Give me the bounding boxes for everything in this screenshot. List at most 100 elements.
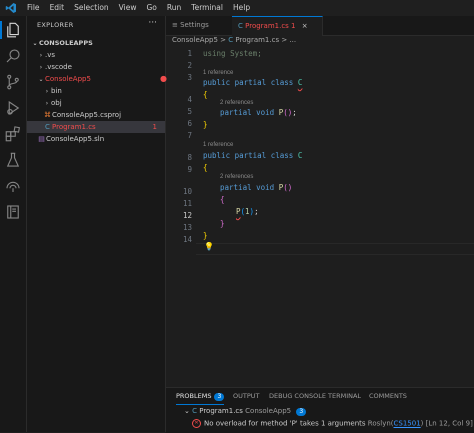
code-line: }: [203, 231, 208, 240]
more-actions-icon[interactable]: ···: [148, 18, 157, 28]
line-number: 13: [182, 223, 192, 232]
error-code-link[interactable]: CS1501: [394, 420, 421, 428]
tab-comments[interactable]: COMMENTS: [369, 392, 407, 400]
code-line: public partial class C: [203, 151, 303, 160]
tree-folder-consoleapp5[interactable]: ⌄ConsoleApp5 ●: [27, 73, 175, 85]
tree-file-csproj[interactable]: ⌘ConsoleApp5.csproj: [27, 109, 181, 121]
tree-label: .vs: [45, 51, 56, 59]
solution-file-icon: ▤: [38, 135, 45, 143]
tree-label: obj: [51, 99, 62, 107]
menu-go[interactable]: Go: [141, 0, 161, 16]
line-number: 11: [182, 199, 192, 208]
line-number: 5: [187, 107, 192, 116]
codelens-references[interactable]: 1 reference: [203, 70, 233, 76]
line-number: 8: [187, 153, 192, 162]
tree-label: bin: [51, 87, 62, 95]
tree-folder-consoleapps[interactable]: ⌄CONSOLEAPPS: [27, 37, 169, 49]
file-problem-count: 3: [296, 408, 307, 416]
tab-label: Program1.cs 1: [245, 22, 296, 30]
tree-label: .vscode: [45, 63, 72, 71]
tree-file-sln[interactable]: ▤ConsoleApp5.sln: [27, 133, 175, 145]
xml-file-icon: ⌘: [44, 111, 51, 119]
problem-count-badge: 3: [214, 393, 225, 401]
source-control-icon[interactable]: [4, 73, 22, 91]
bottom-panel: PROBLEMS 3 OUTPUT DEBUG CONSOLE TERMINAL …: [166, 387, 474, 433]
tree-label: ConsoleApp5.csproj: [52, 111, 122, 119]
menu-bar: File Edit Selection View Go Run Terminal…: [22, 0, 255, 16]
tree-folder-vs[interactable]: › .vs: [27, 49, 175, 61]
remote-explorer-icon[interactable]: [4, 177, 22, 195]
tree-label: ConsoleApp5: [45, 75, 91, 83]
menu-run[interactable]: Run: [162, 0, 186, 16]
tab-settings[interactable]: ≡ Settings: [166, 16, 239, 35]
run-debug-icon[interactable]: [4, 99, 22, 117]
settings-icon: ≡: [172, 21, 181, 29]
code-editor[interactable]: 💡 1 2 3 4 5 6 7 8 9 10 11 12 13 14 using…: [166, 47, 474, 387]
breadcrumb: ConsoleApp5 > C Program1.cs > ...: [172, 36, 296, 44]
tree-folder-bin[interactable]: › bin: [27, 85, 181, 97]
codelens-references[interactable]: 2 references: [220, 174, 253, 180]
current-line-highlight: [196, 243, 474, 255]
error-icon: ✕: [192, 419, 201, 428]
problem-row[interactable]: ✕ No overload for method 'P' takes 1 argu…: [192, 419, 473, 428]
tab-program1[interactable]: C Program1.cs 1 ×: [232, 16, 323, 36]
line-number: 12: [182, 211, 192, 220]
menu-file[interactable]: File: [22, 0, 45, 16]
line-number: 2: [187, 61, 192, 70]
line-number: 3: [187, 73, 192, 82]
code-line: {: [203, 163, 208, 172]
tab-problems[interactable]: PROBLEMS 3: [176, 392, 225, 405]
explorer-icon[interactable]: [0, 21, 22, 39]
csharp-file-icon: C: [228, 36, 234, 44]
line-number: 7: [187, 131, 192, 140]
close-icon[interactable]: ×: [302, 22, 308, 30]
breadcrumb-file[interactable]: Program1.cs: [235, 36, 279, 44]
tree-label: ConsoleApp5.sln: [46, 135, 105, 143]
editor-tabs: ≡ Settings C Program1.cs 1 ×: [166, 16, 474, 36]
activity-bar: [0, 16, 27, 432]
testing-icon[interactable]: [4, 151, 22, 169]
menu-selection[interactable]: Selection: [69, 0, 114, 16]
code-line: partial void P(): [220, 183, 293, 192]
breadcrumb-more[interactable]: ...: [289, 36, 296, 44]
tab-debug-console[interactable]: DEBUG CONSOLE: [269, 392, 326, 400]
lightbulb-icon[interactable]: 💡: [204, 242, 214, 251]
tab-output[interactable]: OUTPUT: [233, 392, 260, 400]
tree-folder-obj[interactable]: › obj: [27, 97, 181, 109]
code-line: {: [203, 90, 208, 99]
code-line: {: [220, 195, 225, 204]
code-line: }: [220, 219, 225, 228]
breadcrumb-project[interactable]: ConsoleApp5: [172, 36, 218, 44]
code-line: using System;: [203, 49, 262, 58]
line-number: 4: [187, 95, 192, 104]
line-number: 10: [182, 187, 192, 196]
error-count-badge: 1: [152, 123, 157, 131]
codelens-references[interactable]: 2 references: [220, 100, 253, 106]
line-number: 9: [187, 165, 192, 174]
tree-label: CONSOLEAPPS: [39, 39, 93, 47]
title-bar: File Edit Selection View Go Run Terminal…: [0, 0, 474, 17]
tree-file-program1[interactable]: C Program1.cs 1: [27, 121, 165, 133]
extensions-icon[interactable]: [4, 125, 22, 143]
codelens-references[interactable]: 1 reference: [203, 142, 233, 148]
tab-terminal[interactable]: TERMINAL: [328, 392, 361, 400]
menu-terminal[interactable]: Terminal: [186, 0, 228, 16]
chevron-down-icon: ⌄: [184, 407, 193, 415]
menu-view[interactable]: View: [114, 0, 142, 16]
vscode-logo-icon: [5, 3, 16, 13]
explorer-sidebar: EXPLORER ··· ⌄CONSOLEAPPS › .vs › .vscode …: [27, 16, 169, 432]
explorer-title: EXPLORER: [37, 21, 74, 29]
menu-edit[interactable]: Edit: [45, 0, 70, 16]
tree-folder-vscode[interactable]: › .vscode: [27, 61, 175, 73]
problem-file-row[interactable]: ⌄ C Program1.cs ConsoleApp5 3: [184, 407, 307, 416]
code-line: public partial class C: [203, 78, 303, 87]
code-line: partial void P();: [220, 108, 297, 117]
tab-label: Settings: [180, 21, 209, 29]
search-icon[interactable]: [4, 47, 22, 65]
menu-help[interactable]: Help: [228, 0, 255, 16]
chevron-right-icon: >: [281, 36, 288, 44]
code-line: P(1);: [236, 207, 259, 216]
line-number: 6: [187, 119, 192, 128]
line-number: 14: [182, 235, 192, 244]
book-icon[interactable]: [4, 203, 22, 221]
